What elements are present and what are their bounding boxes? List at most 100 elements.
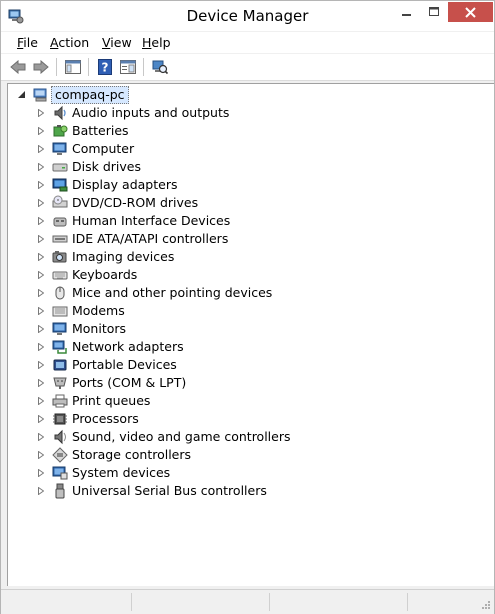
menu-help-accelerator: H xyxy=(142,35,152,50)
expand-icon[interactable] xyxy=(38,235,44,243)
expand-icon[interactable] xyxy=(38,361,44,369)
expand-icon[interactable] xyxy=(38,397,44,405)
maximize-button[interactable] xyxy=(421,2,447,22)
tree-node-label: Display adapters xyxy=(72,177,178,192)
scan-hardware-button[interactable] xyxy=(151,58,169,76)
system-devices-icon xyxy=(52,466,68,480)
tree-node-label: Storage controllers xyxy=(72,447,192,462)
modem-icon xyxy=(52,306,68,317)
scan-hardware-icon xyxy=(152,60,168,75)
help-button[interactable]: ? xyxy=(96,58,114,76)
collapse-icon[interactable] xyxy=(18,91,25,98)
speaker-icon xyxy=(54,105,66,121)
device-tree[interactable]: compaq-pc Audio inputs and outputs Batter… xyxy=(7,83,494,586)
sound-icon xyxy=(54,429,66,445)
menu-bar: File Action View Help xyxy=(1,32,494,53)
back-icon xyxy=(10,60,26,74)
back-button[interactable] xyxy=(9,58,27,76)
expand-icon[interactable] xyxy=(38,289,44,297)
tree-node[interactable]: Computer xyxy=(38,140,468,158)
menu-help[interactable]: Help xyxy=(142,35,171,50)
tree-node-label: Universal Serial Bus controllers xyxy=(72,483,267,498)
expand-icon[interactable] xyxy=(38,127,44,135)
display-adapter-icon xyxy=(52,178,68,192)
expand-icon[interactable] xyxy=(38,163,44,171)
camera-icon xyxy=(52,251,67,263)
status-bar xyxy=(1,589,494,614)
expand-icon[interactable] xyxy=(38,487,44,495)
expand-icon[interactable] xyxy=(38,307,44,315)
monitor-icon xyxy=(52,142,67,155)
tree-node[interactable]: DVD/CD-ROM drives xyxy=(38,194,468,212)
resize-grip-icon[interactable] xyxy=(481,600,491,610)
tree-node[interactable]: Modems xyxy=(38,302,468,320)
expand-icon[interactable] xyxy=(38,433,44,441)
tree-node-label: IDE ATA/ATAPI controllers xyxy=(72,231,229,246)
tree-node[interactable]: Human Interface Devices xyxy=(38,212,468,230)
expand-icon[interactable] xyxy=(38,379,44,387)
tree-node-label: Mice and other pointing devices xyxy=(72,285,273,300)
help-icon: ? xyxy=(98,59,112,75)
expand-icon[interactable] xyxy=(38,181,44,189)
disk-drive-icon xyxy=(52,163,68,172)
menu-view[interactable]: View xyxy=(102,35,132,50)
properties-button[interactable] xyxy=(119,58,137,76)
tree-node[interactable]: Batteries xyxy=(38,122,468,140)
tree-node[interactable]: Processors xyxy=(38,410,468,428)
tree-node[interactable]: Universal Serial Bus controllers xyxy=(38,482,468,500)
menu-file-label: ile xyxy=(23,35,38,50)
status-bar-separator xyxy=(131,593,132,611)
menu-view-label: iew xyxy=(110,35,132,50)
mouse-icon xyxy=(55,286,65,300)
tree-node[interactable]: Storage controllers xyxy=(38,446,468,464)
device-manager-window: Device Manager File Action View Help ? c… xyxy=(0,0,495,614)
expand-icon[interactable] xyxy=(38,325,44,333)
tree-node[interactable]: Monitors xyxy=(38,320,468,338)
tree-node-label: Ports (COM & LPT) xyxy=(72,375,187,390)
tree-node[interactable]: Disk drives xyxy=(38,158,468,176)
close-button[interactable] xyxy=(448,2,493,22)
expand-icon[interactable] xyxy=(38,109,44,117)
tree-node-label: Keyboards xyxy=(72,267,138,282)
title-bar[interactable]: Device Manager xyxy=(1,1,494,31)
printer-icon xyxy=(52,394,68,408)
tree-node[interactable]: Sound, video and game controllers xyxy=(38,428,468,446)
menu-file[interactable]: File xyxy=(17,35,38,50)
status-bar-separator xyxy=(407,593,408,611)
tree-node[interactable]: Print queues xyxy=(38,392,468,410)
minimize-button[interactable] xyxy=(393,2,420,22)
tree-node[interactable]: System devices xyxy=(38,464,468,482)
svg-text:?: ? xyxy=(102,61,109,75)
tree-node[interactable]: Network adapters xyxy=(38,338,468,356)
forward-button[interactable] xyxy=(32,58,50,76)
tree-node[interactable]: Ports (COM & LPT) xyxy=(38,374,468,392)
expand-icon[interactable] xyxy=(38,451,44,459)
tree-node[interactable]: Display adapters xyxy=(38,176,468,194)
forward-icon xyxy=(33,60,49,74)
tree-node[interactable]: IDE ATA/ATAPI controllers xyxy=(38,230,468,248)
expand-icon[interactable] xyxy=(38,271,44,279)
root-computer-name[interactable]: compaq-pc xyxy=(51,86,129,104)
expand-icon[interactable] xyxy=(38,343,44,351)
menu-action-label: ction xyxy=(58,35,90,50)
expand-icon[interactable] xyxy=(38,253,44,261)
tree-node[interactable]: Portable Devices xyxy=(38,356,468,374)
menu-action[interactable]: Action xyxy=(50,35,89,50)
expand-icon[interactable] xyxy=(38,217,44,225)
computer-icon xyxy=(33,88,47,102)
tree-node-label: DVD/CD-ROM drives xyxy=(72,195,199,210)
tree-node-label: Processors xyxy=(72,411,139,426)
tree-node[interactable]: Keyboards xyxy=(38,266,468,284)
toolbar-separator xyxy=(56,58,57,76)
tree-node[interactable]: Imaging devices xyxy=(38,248,468,266)
tree-node-label: Network adapters xyxy=(72,339,184,354)
expand-icon[interactable] xyxy=(38,199,44,207)
tree-node[interactable]: Audio inputs and outputs xyxy=(38,104,468,122)
tree-node[interactable]: Mice and other pointing devices xyxy=(38,284,468,302)
tree-node-label: Imaging devices xyxy=(72,249,175,264)
properties-icon xyxy=(120,60,136,74)
expand-icon[interactable] xyxy=(38,145,44,153)
show-hide-console-tree-button[interactable] xyxy=(64,58,82,76)
expand-icon[interactable] xyxy=(38,469,44,477)
expand-icon[interactable] xyxy=(38,415,44,423)
